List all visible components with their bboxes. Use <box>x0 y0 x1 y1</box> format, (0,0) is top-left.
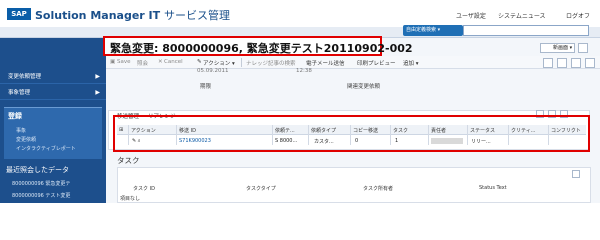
nav-item-change-request[interactable]: 変更依頼管理 ▶ <box>0 70 106 84</box>
task-section-title: タスク <box>117 156 140 165</box>
recent-data-title: 最近照会したデータ <box>6 166 69 174</box>
view-select[interactable]: 新画面 ▾ <box>540 43 575 53</box>
edit-icon: ✎ <box>197 59 202 65</box>
cancel-button[interactable]: Cancel <box>164 59 183 65</box>
col-status-text[interactable]: Status Text <box>479 185 507 191</box>
detail-label-deadline: 期限 <box>200 84 212 90</box>
print-preview-button[interactable]: 印刷プレビュー <box>357 59 396 67</box>
page-title: 緊急変更: 8000000096, 緊急変更テスト20110902-002 <box>110 42 413 55</box>
add-menu-button[interactable]: 追加 ▾ <box>403 59 419 67</box>
sap-logo: SAP <box>7 8 31 20</box>
col-task-owner[interactable]: タスク所有者 <box>363 185 393 192</box>
recent-item[interactable]: 8000000096 テスト変更 <box>12 192 70 199</box>
col-task-type[interactable]: タスクタイプ <box>246 185 276 192</box>
display-button[interactable]: 照会 <box>137 59 148 67</box>
link-system-news[interactable]: システムニュース <box>498 11 546 20</box>
knowledge-search-button[interactable]: ナレッジ記事の検索 <box>246 59 296 67</box>
help-button[interactable] <box>578 43 588 53</box>
send-email-button[interactable]: 電子メール送信 <box>306 59 345 67</box>
view-select-label: 新画面 <box>553 45 569 51</box>
nav-item-label: 変更依頼管理 <box>8 74 42 80</box>
favorite-icon[interactable] <box>543 58 553 68</box>
task-panel <box>117 167 591 203</box>
chevron-right-icon: ▶ <box>95 89 100 96</box>
table-highlight-box <box>113 115 590 152</box>
edit-icon[interactable] <box>572 170 580 178</box>
nav-item-label: 事象管理 <box>8 90 31 96</box>
app-title-text: Solution Manager IT <box>35 9 161 22</box>
chevron-down-icon: ▾ <box>569 45 573 51</box>
nav-section-title: 登録 <box>8 112 22 120</box>
link-user-settings[interactable]: ユーザ設定 <box>456 11 486 20</box>
nav-interactive-report[interactable]: インタラクティブレポート <box>16 145 76 152</box>
app-subtitle: サービス管理 <box>163 9 230 22</box>
link-logoff[interactable]: ログオフ <box>566 11 590 20</box>
task-empty-text: 項目なし <box>120 196 141 202</box>
delete-icon[interactable] <box>585 58 595 68</box>
print-icon[interactable] <box>557 58 567 68</box>
detail-date: 05.09.2011 <box>197 68 229 74</box>
cancel-icon: ✕ <box>158 59 163 65</box>
nav-create-incident[interactable]: 事象 <box>16 127 26 134</box>
app-title: Solution Manager IT サービス管理 <box>35 7 230 23</box>
nav-create-section: 登録 事象 変更依頼 インタラクティブレポート <box>4 107 102 159</box>
col-task-id[interactable]: タスク ID <box>133 185 155 192</box>
search-input[interactable] <box>463 25 589 36</box>
chevron-right-icon: ▶ <box>95 73 100 80</box>
detail-time: 12:38 <box>296 68 312 74</box>
toolbar-separator <box>241 58 242 67</box>
save-icon: ▣ <box>110 59 116 65</box>
nav-create-change-request[interactable]: 変更依頼 <box>16 136 36 143</box>
recent-item[interactable]: 8000000096 緊急変更テ <box>12 180 70 187</box>
edit-icon[interactable] <box>571 58 581 68</box>
detail-label-related-change: 関連変更依頼 <box>347 84 381 90</box>
nav-item-incident[interactable]: 事象管理 ▶ <box>0 86 106 100</box>
search-type-select[interactable]: 自由定義検索 ▾ <box>403 25 463 36</box>
save-button[interactable]: Save <box>117 59 131 65</box>
action-menu-button[interactable]: アクション ▾ <box>203 59 235 67</box>
